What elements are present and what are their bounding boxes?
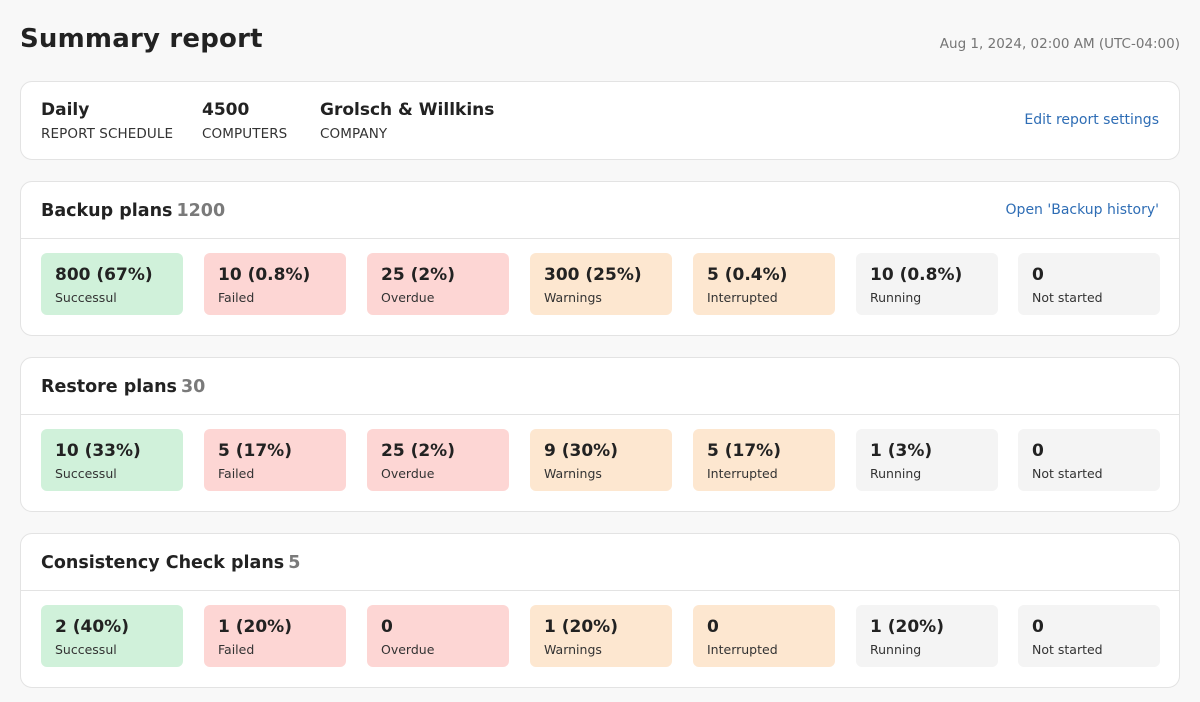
consistency-check-plans-card: Consistency Check plans 5 2 (40%) Successu…	[20, 533, 1180, 688]
status-tile-overdue[interactable]: 25 (2%) Overdue	[367, 429, 509, 491]
status-tiles: 2 (40%) Successul 1 (20%) Failed 0 Overdue 1 (…	[41, 605, 1160, 667]
plan-card-title: Backup plans 1200	[41, 201, 225, 221]
tile-value: 0	[1032, 265, 1044, 285]
tile-label: Not started	[1032, 290, 1103, 305]
tile-label: Overdue	[381, 642, 435, 657]
tile-value: 0	[707, 617, 719, 637]
status-tile-warning[interactable]: 1 (20%) Warnings	[530, 605, 672, 667]
status-tile-failed[interactable]: 1 (20%) Failed	[204, 605, 346, 667]
tile-label: Running	[870, 642, 922, 657]
tile-label: Overdue	[381, 290, 435, 305]
computers-info: 4500 COMPUTERS	[202, 100, 287, 142]
plan-count: 5	[288, 553, 301, 573]
report-schedule-value: Daily	[41, 100, 90, 120]
status-tile-not-started[interactable]: 0 Not started	[1018, 429, 1160, 491]
plan-title-text: Consistency Check plans	[41, 553, 285, 573]
tile-label: Failed	[218, 642, 255, 657]
status-tile-interrupted[interactable]: 5 (0.4%) Interrupted	[693, 253, 835, 315]
company-value: Grolsch & Willkins	[320, 100, 495, 120]
status-tile-running[interactable]: 10 (0.8%) Running	[856, 253, 998, 315]
status-tiles: 10 (33%) Successul 5 (17%) Failed 25 (2%) Ove…	[41, 429, 1160, 491]
status-tile-running[interactable]: 1 (3%) Running	[856, 429, 998, 491]
status-tile-success[interactable]: 2 (40%) Successul	[41, 605, 183, 667]
plan-count: 30	[180, 377, 206, 397]
status-tile-running[interactable]: 1 (20%) Running	[856, 605, 998, 667]
plan-card-title: Consistency Check plans 5	[41, 553, 300, 573]
tile-value: 1 (3%)	[870, 441, 933, 461]
plan-card-header: Consistency Check plans 5	[21, 534, 1179, 591]
status-tile-success[interactable]: 800 (67%) Successul	[41, 253, 183, 315]
tile-label: Running	[870, 466, 922, 481]
tile-label: Warnings	[544, 642, 602, 657]
tile-value: 800 (67%)	[55, 265, 153, 285]
status-tile-failed[interactable]: 5 (17%) Failed	[204, 429, 346, 491]
tile-label: Not started	[1032, 642, 1103, 657]
page-header: Summary report Aug 1, 2024, 02:00 AM (UT…	[20, 0, 1180, 82]
tile-value: 5 (0.4%)	[707, 265, 788, 285]
plan-count: 1200	[176, 201, 226, 221]
tile-label: Running	[870, 290, 922, 305]
status-tile-interrupted[interactable]: 5 (17%) Interrupted	[693, 429, 835, 491]
tile-label: Failed	[218, 466, 255, 481]
tile-value: 300 (25%)	[544, 265, 642, 285]
status-tile-overdue[interactable]: 0 Overdue	[367, 605, 509, 667]
tile-value: 0	[381, 617, 393, 637]
tile-value: 10 (0.8%)	[218, 265, 311, 285]
report-info-card: Daily REPORT SCHEDULE 4500 COMPUTERS Gro…	[20, 81, 1180, 160]
company-info: Grolsch & Willkins COMPANY	[320, 100, 494, 142]
tile-value: 5 (17%)	[707, 441, 781, 461]
tile-value: 25 (2%)	[381, 441, 455, 461]
tile-label: Successul	[55, 466, 117, 481]
tile-label: Warnings	[544, 466, 602, 481]
plan-card-title: Restore plans 30	[41, 377, 205, 397]
computers-value: 4500	[202, 100, 250, 120]
tile-value: 0	[1032, 441, 1044, 461]
report-schedule-label: REPORT SCHEDULE	[41, 126, 174, 142]
report-schedule-info: Daily REPORT SCHEDULE	[41, 100, 173, 142]
report-timestamp: Aug 1, 2024, 02:00 AM (UTC-04:00)	[939, 36, 1180, 52]
tile-value: 1 (20%)	[870, 617, 944, 637]
summary-report-page: Summary report Aug 1, 2024, 02:00 AM (UT…	[0, 0, 1200, 702]
plan-title-text: Backup plans	[41, 201, 173, 221]
tile-label: Warnings	[544, 290, 602, 305]
status-tile-success[interactable]: 10 (33%) Successul	[41, 429, 183, 491]
status-tile-warning[interactable]: 9 (30%) Warnings	[530, 429, 672, 491]
open-backup-history-link[interactable]: Open 'Backup history'	[1006, 202, 1159, 218]
tile-value: 10 (0.8%)	[870, 265, 963, 285]
status-tile-interrupted[interactable]: 0 Interrupted	[693, 605, 835, 667]
status-tile-not-started[interactable]: 0 Not started	[1018, 253, 1160, 315]
tile-value: 10 (33%)	[55, 441, 141, 461]
plan-title-text: Restore plans	[41, 377, 177, 397]
tile-label: Interrupted	[707, 466, 778, 481]
status-tile-not-started[interactable]: 0 Not started	[1018, 605, 1160, 667]
status-tile-warning[interactable]: 300 (25%) Warnings	[530, 253, 672, 315]
status-tile-failed[interactable]: 10 (0.8%) Failed	[204, 253, 346, 315]
tile-label: Not started	[1032, 466, 1103, 481]
page-title: Summary report	[20, 24, 263, 54]
plan-card-header: Restore plans 30	[21, 358, 1179, 415]
restore-plans-card: Restore plans 30 10 (33%) Successul 5 (17%)…	[20, 357, 1180, 512]
status-tile-overdue[interactable]: 25 (2%) Overdue	[367, 253, 509, 315]
tile-value: 9 (30%)	[544, 441, 618, 461]
company-label: COMPANY	[320, 126, 388, 142]
tile-value: 25 (2%)	[381, 265, 455, 285]
status-tiles: 800 (67%) Successul 10 (0.8%) Failed 25 (2%)…	[41, 253, 1160, 315]
tile-value: 5 (17%)	[218, 441, 292, 461]
tile-label: Overdue	[381, 466, 435, 481]
tile-value: 0	[1032, 617, 1044, 637]
tile-label: Interrupted	[707, 642, 778, 657]
tile-label: Failed	[218, 290, 255, 305]
tile-value: 2 (40%)	[55, 617, 129, 637]
tile-label: Interrupted	[707, 290, 778, 305]
computers-label: COMPUTERS	[202, 126, 288, 142]
edit-report-settings-link[interactable]: Edit report settings	[1024, 112, 1159, 128]
backup-plans-card: Backup plans 1200 Open 'Backup history' 8…	[20, 181, 1180, 336]
tile-label: Successul	[55, 642, 117, 657]
plan-card-header: Backup plans 1200 Open 'Backup history'	[21, 182, 1179, 239]
tile-label: Successul	[55, 290, 117, 305]
tile-value: 1 (20%)	[218, 617, 292, 637]
tile-value: 1 (20%)	[544, 617, 618, 637]
